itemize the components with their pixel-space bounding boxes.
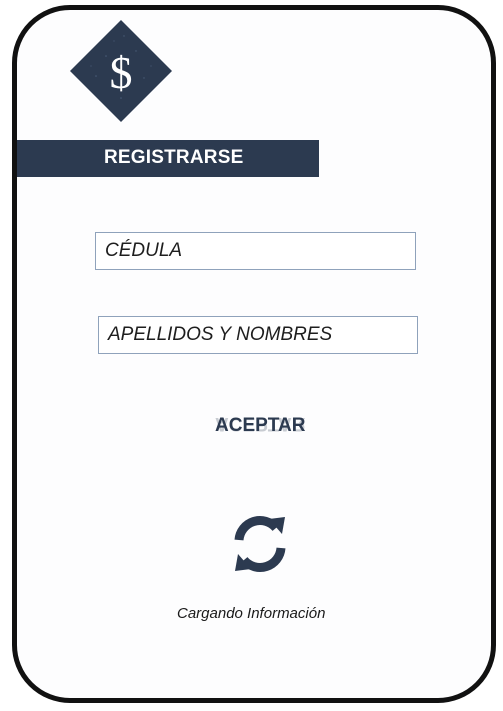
refresh-icon: [229, 513, 291, 575]
accept-button-reflection: ACEPTAR: [215, 416, 306, 434]
logo-symbol: $: [110, 47, 133, 98]
nombres-placeholder: APELLIDOS Y NOMBRES: [108, 324, 333, 345]
dollar-diamond-icon: $: [66, 16, 176, 126]
loading-status: Cargando Información: [177, 605, 326, 622]
cedula-field[interactable]: CÉDULA: [95, 232, 416, 270]
nombres-field[interactable]: APELLIDOS Y NOMBRES: [98, 316, 418, 354]
accept-button[interactable]: ACEPTAR ACEPTAR: [206, 413, 316, 461]
page-title: REGISTRARSE: [104, 147, 244, 168]
cedula-placeholder: CÉDULA: [105, 240, 183, 261]
